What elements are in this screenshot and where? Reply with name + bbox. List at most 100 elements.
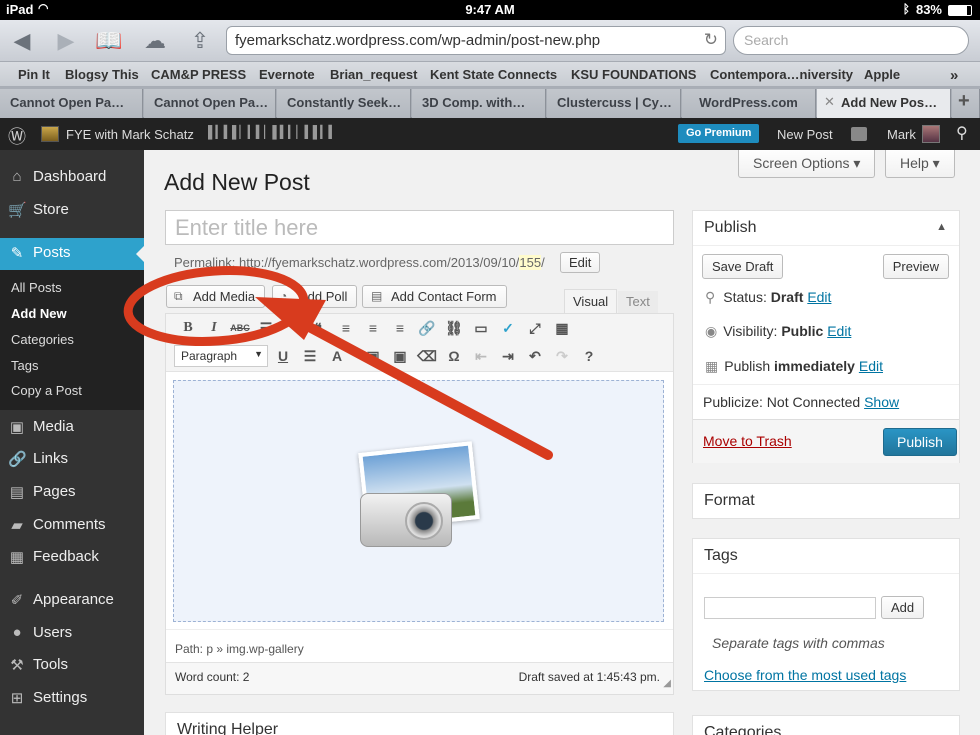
notifications-icon[interactable] xyxy=(851,127,867,141)
gallery-placeholder[interactable] xyxy=(173,380,664,622)
bookmark-item[interactable]: Evernote xyxy=(259,67,315,82)
unlink-icon[interactable]: ⛓ xyxy=(444,318,464,338)
publish-box-title[interactable]: Publish xyxy=(693,211,959,246)
tab-text[interactable]: Text xyxy=(618,291,658,313)
add-contact-form-button[interactable]: ▤ Add Contact Form xyxy=(362,285,507,308)
kitchen-sink-icon[interactable]: ▦ xyxy=(552,318,572,338)
save-draft-button[interactable]: Save Draft xyxy=(702,254,784,279)
italic-icon[interactable]: I xyxy=(204,318,224,338)
schedule-edit-link[interactable]: Edit xyxy=(859,358,883,374)
sidebar-item-posts[interactable]: Posts xyxy=(0,244,144,261)
bookmark-item[interactable]: Blogsy This xyxy=(65,67,139,82)
add-tag-button[interactable]: Add xyxy=(881,596,925,619)
tags-box-title[interactable]: Tags xyxy=(693,539,959,574)
tab-visual[interactable]: Visual xyxy=(564,289,618,313)
sidebar-item-pages[interactable]: Pages xyxy=(0,483,144,500)
sidebar-sub-categories[interactable]: Categories xyxy=(11,332,74,347)
move-to-trash-link[interactable]: Move to Trash xyxy=(703,433,792,449)
browser-tab[interactable]: Clustercuss | Cy… xyxy=(547,89,681,118)
search-icon[interactable]: ⚲ xyxy=(956,123,968,143)
strikethrough-icon[interactable]: ABC xyxy=(230,318,250,338)
align-right-icon[interactable]: ≡ xyxy=(390,318,410,338)
collapse-arrow-icon[interactable]: ▲ xyxy=(936,221,947,233)
browser-tab[interactable]: Constantly Seek… xyxy=(277,89,411,118)
visibility-edit-link[interactable]: Edit xyxy=(827,323,851,339)
bookmark-item[interactable]: CAM&P PRESS xyxy=(151,67,246,82)
sidebar-sub-tags[interactable]: Tags xyxy=(11,358,38,373)
blockquote-icon[interactable]: ❝ xyxy=(308,318,328,338)
justify-icon[interactable]: ☰ xyxy=(300,346,320,366)
sidebar-sub-all-posts[interactable]: All Posts xyxy=(11,280,62,295)
align-center-icon[interactable]: ≡ xyxy=(363,318,383,338)
browser-tab-active[interactable]: ✕ Add New Pos… xyxy=(817,89,951,118)
more-bookmarks-icon[interactable]: » xyxy=(950,67,958,84)
spellcheck-icon[interactable]: ✓ xyxy=(498,318,518,338)
tags-input[interactable] xyxy=(704,597,876,619)
paste-word-icon[interactable]: ▣ xyxy=(390,346,410,366)
url-field[interactable]: fyemarkschatz.wordpress.com/wp-admin/pos… xyxy=(226,26,726,55)
bookmark-item[interactable]: KSU FOUNDATIONS xyxy=(571,67,696,82)
browser-tab[interactable]: WordPress.com xyxy=(682,89,816,118)
back-icon[interactable]: ◀ xyxy=(8,27,36,55)
link-icon[interactable]: 🔗 xyxy=(417,318,437,338)
redo-icon[interactable]: ↷ xyxy=(552,346,572,366)
stats-sparkline-icon[interactable]: ▌▎▍▌▏▎▍▏▌▍▎▏▍▌▎▍ xyxy=(208,125,338,139)
permalink-slug[interactable]: 155 xyxy=(519,255,542,270)
screen-options-button[interactable]: Screen Options ▾ xyxy=(738,150,876,178)
help-button[interactable]: Help ▾ xyxy=(885,150,955,178)
underline-icon[interactable]: U xyxy=(273,346,293,366)
site-name-link[interactable]: FYE with Mark Schatz xyxy=(66,127,194,142)
bullet-list-icon[interactable]: ☰ xyxy=(256,318,276,338)
add-media-button[interactable]: ⧉ Add Media xyxy=(166,285,266,308)
wordpress-logo-icon[interactable]: Ⓦ xyxy=(8,123,26,149)
sidebar-item-comments[interactable]: Comments xyxy=(0,516,144,533)
indent-icon[interactable]: ⇥ xyxy=(498,346,518,366)
user-link[interactable]: Mark xyxy=(887,127,916,142)
bookmark-item[interactable]: Brian_request xyxy=(330,67,417,82)
forward-icon[interactable]: ▶ xyxy=(52,27,80,55)
sidebar-item-store[interactable]: Store xyxy=(0,201,144,218)
categories-box-title[interactable]: Categories xyxy=(693,716,959,735)
outdent-icon[interactable]: ⇤ xyxy=(471,346,491,366)
search-field[interactable]: Search xyxy=(733,26,969,55)
permalink-edit-button[interactable]: Edit xyxy=(560,252,601,273)
publish-button[interactable]: Publish xyxy=(883,428,957,456)
browser-tab[interactable]: Cannot Open Pa… xyxy=(144,89,276,118)
bookmarks-icon[interactable]: 📖 xyxy=(95,27,123,55)
close-tab-icon[interactable]: ✕ xyxy=(824,94,835,110)
avatar[interactable] xyxy=(922,125,940,143)
clear-formatting-icon[interactable]: ⌫ xyxy=(417,346,437,366)
bookmark-item[interactable]: Kent State Connects xyxy=(430,67,557,82)
bookmark-item[interactable]: Contempora…niversity xyxy=(710,67,853,82)
preview-button[interactable]: Preview xyxy=(882,254,949,279)
text-color-icon[interactable]: A xyxy=(327,346,347,366)
publicize-show-link[interactable]: Show xyxy=(864,394,899,410)
add-poll-button[interactable]: ◔ Add Poll xyxy=(272,285,358,308)
special-character-icon[interactable]: Ω xyxy=(444,346,464,366)
resize-handle-icon[interactable]: ◢ xyxy=(663,678,671,689)
browser-tab[interactable]: Cannot Open Pa… xyxy=(0,89,143,118)
bookmark-item[interactable]: Apple xyxy=(864,67,900,82)
help-icon[interactable]: ? xyxy=(579,346,599,366)
post-title-input[interactable]: Enter title here xyxy=(165,210,674,245)
sidebar-item-dashboard[interactable]: Dashboard xyxy=(0,168,144,185)
status-edit-link[interactable]: Edit xyxy=(807,289,831,305)
sidebar-item-feedback[interactable]: Feedback xyxy=(0,548,144,565)
format-select[interactable]: Paragraph ▼ xyxy=(174,345,268,367)
sidebar-item-appearance[interactable]: Appearance xyxy=(0,591,144,608)
sidebar-item-media[interactable]: Media xyxy=(0,418,144,435)
bookmark-item[interactable]: Pin It xyxy=(18,67,50,82)
sidebar-sub-add-new[interactable]: Add New xyxy=(11,306,67,321)
browser-tab[interactable]: 3D Comp. with… xyxy=(412,89,546,118)
go-premium-button[interactable]: Go Premium xyxy=(678,124,760,143)
format-box-title[interactable]: Format xyxy=(693,484,959,518)
sidebar-item-settings[interactable]: Settings xyxy=(0,689,144,706)
bold-icon[interactable]: B xyxy=(178,318,198,338)
paste-text-icon[interactable]: ▣ xyxy=(363,346,383,366)
undo-icon[interactable]: ↶ xyxy=(525,346,545,366)
fullscreen-icon[interactable]: ⤢ xyxy=(525,318,545,338)
sidebar-sub-copy-post[interactable]: Copy a Post xyxy=(11,383,82,398)
new-post-link[interactable]: New Post xyxy=(777,127,833,142)
new-tab-icon[interactable]: + xyxy=(952,89,980,118)
share-icon[interactable]: ⇪ xyxy=(186,27,214,55)
